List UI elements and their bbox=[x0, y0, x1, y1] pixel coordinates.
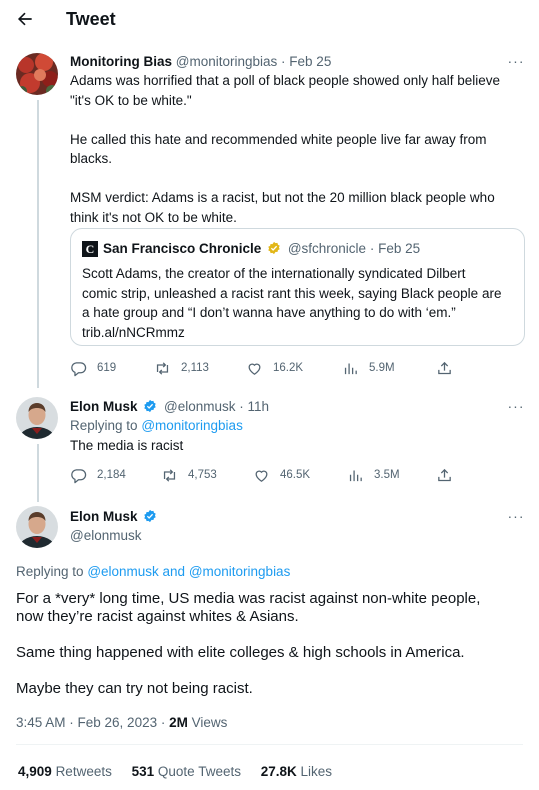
quote-date: · Feb 25 bbox=[369, 241, 421, 256]
tweet-text: Adams was horrified that a poll of black… bbox=[70, 71, 530, 227]
tweet-paragraph: Same thing happened with elite colleges … bbox=[16, 644, 465, 661]
quote-tweets-stat[interactable]: 531 Quote Tweets bbox=[132, 764, 241, 779]
tweet-author-row: Elon Musk @elonmusk · 11h bbox=[70, 398, 269, 416]
replying-prefix: Replying to bbox=[16, 564, 84, 579]
replying-prefix: Replying to bbox=[70, 418, 138, 433]
quote-author-name: San Francisco Chronicle bbox=[103, 241, 262, 256]
top-bar: Tweet bbox=[0, 0, 539, 38]
tweet-actions: 2,184 4,753 46.5K 3.5M bbox=[70, 465, 530, 485]
quote-tweet-card[interactable]: C San Francisco Chronicle @sfchronicle ·… bbox=[70, 228, 525, 346]
thread-line bbox=[37, 100, 39, 388]
divider bbox=[16, 744, 523, 745]
like-button[interactable]: 16.2K bbox=[246, 358, 303, 378]
heart-icon bbox=[248, 363, 261, 375]
main-author-handle-row: @elonmusk bbox=[70, 527, 141, 545]
tweet-paragraph: He called this hate and recommended whit… bbox=[70, 131, 487, 167]
views-icon bbox=[344, 363, 357, 374]
avatar-elon-musk[interactable] bbox=[16, 506, 58, 548]
quote-author-row: San Francisco Chronicle @sfchronicle · F… bbox=[103, 240, 420, 258]
main-tweet-text: For a *very* long time, US media was rac… bbox=[16, 590, 526, 698]
views-button[interactable]: 5.9M bbox=[342, 358, 395, 378]
reply-icon bbox=[71, 468, 87, 483]
tweet-actions: 619 2,113 16.2K 5.9M bbox=[70, 358, 530, 378]
verified-badge-icon bbox=[143, 399, 157, 413]
arrow-left-icon[interactable] bbox=[14, 9, 36, 29]
view-count: 3.5M bbox=[374, 469, 400, 481]
replying-to-link[interactable]: @elonmusk and @monitoringbias bbox=[87, 564, 290, 579]
tweet-date[interactable]: · 11h bbox=[239, 399, 269, 414]
verified-badge-icon bbox=[143, 509, 157, 523]
likes-stat[interactable]: 27.8K Likes bbox=[261, 764, 332, 779]
quote-author-handle: @sfchronicle bbox=[287, 241, 367, 256]
tweet-paragraph: Adams was horrified that a poll of black… bbox=[70, 73, 501, 108]
tweet-text: The media is racist bbox=[70, 438, 184, 453]
quote-text: Scott Adams, the creator of the internat… bbox=[82, 266, 502, 340]
replying-to: Replying to @monitoringbias bbox=[70, 417, 243, 435]
tweet-timestamp: 3:45 AM · Feb 26, 2023 · 2M Views bbox=[16, 714, 227, 732]
views-count: 2M bbox=[169, 715, 188, 730]
view-count: 5.9M bbox=[369, 362, 395, 374]
retweet-button[interactable]: 4,753 bbox=[161, 465, 217, 485]
reply-count: 2,184 bbox=[97, 469, 126, 481]
views-label: Views bbox=[191, 715, 228, 730]
heart-icon bbox=[255, 470, 268, 482]
replying-to: Replying to @elonmusk and @monitoringbia… bbox=[16, 563, 290, 581]
like-count: 16.2K bbox=[273, 362, 304, 374]
more-options-icon[interactable]: ··· bbox=[507, 54, 525, 70]
tweet-time[interactable]: 3:45 AM · Feb 26, 2023 · bbox=[16, 715, 169, 730]
like-count: 46.5K bbox=[280, 469, 311, 481]
page-title: Tweet bbox=[66, 9, 116, 29]
more-options-icon[interactable]: ··· bbox=[507, 509, 525, 525]
author-handle[interactable]: @monitoringbias bbox=[176, 54, 278, 69]
reply-button[interactable]: 619 bbox=[70, 358, 116, 378]
retweet-count: 4,753 bbox=[188, 469, 217, 481]
avatar-elon-musk[interactable] bbox=[16, 397, 58, 439]
views-icon bbox=[349, 470, 362, 481]
verified-gold-icon bbox=[267, 241, 281, 255]
tweet-date[interactable]: · Feb 25 bbox=[281, 54, 331, 69]
like-button[interactable]: 46.5K bbox=[253, 465, 310, 485]
author-name[interactable]: Elon Musk bbox=[70, 509, 138, 524]
retweet-icon bbox=[156, 361, 169, 375]
avatar-monitoring-bias[interactable] bbox=[16, 53, 58, 95]
main-author-name-row: Elon Musk bbox=[70, 508, 160, 526]
sf-chronicle-logo: C bbox=[82, 241, 98, 257]
reply-count: 619 bbox=[97, 362, 117, 374]
tweet-paragraph: MSM verdict: Adams is a racist, but not … bbox=[70, 190, 495, 225]
tweet-author-row: Monitoring Bias @monitoringbias · Feb 25 bbox=[70, 53, 331, 71]
tweet-paragraph: For a *very* long time, US media was rac… bbox=[16, 590, 481, 625]
replying-to-link[interactable]: @monitoringbias bbox=[141, 418, 243, 433]
author-handle[interactable]: @elonmusk bbox=[164, 399, 235, 414]
share-button[interactable] bbox=[436, 358, 453, 378]
retweets-stat[interactable]: 4,909 Retweets bbox=[18, 764, 112, 779]
share-icon bbox=[438, 468, 451, 481]
reply-button[interactable]: 2,184 bbox=[70, 465, 126, 485]
share-icon bbox=[438, 361, 451, 374]
author-name[interactable]: Monitoring Bias bbox=[70, 54, 172, 69]
author-name[interactable]: Elon Musk bbox=[70, 399, 138, 414]
retweet-count: 2,113 bbox=[181, 362, 209, 374]
more-options-icon[interactable]: ··· bbox=[507, 399, 525, 415]
views-button[interactable]: 3.5M bbox=[347, 465, 400, 485]
tweet-paragraph: Maybe they can try not being racist. bbox=[16, 680, 253, 697]
author-handle[interactable]: @elonmusk bbox=[70, 528, 141, 543]
retweet-button[interactable]: 2,113 bbox=[154, 358, 209, 378]
share-button[interactable] bbox=[436, 465, 453, 485]
retweet-icon bbox=[163, 468, 176, 482]
tweet-stats: 4,909 Retweets 531 Quote Tweets 27.8K Li… bbox=[18, 763, 348, 781]
thread-line bbox=[37, 444, 39, 502]
reply-icon bbox=[71, 361, 87, 376]
